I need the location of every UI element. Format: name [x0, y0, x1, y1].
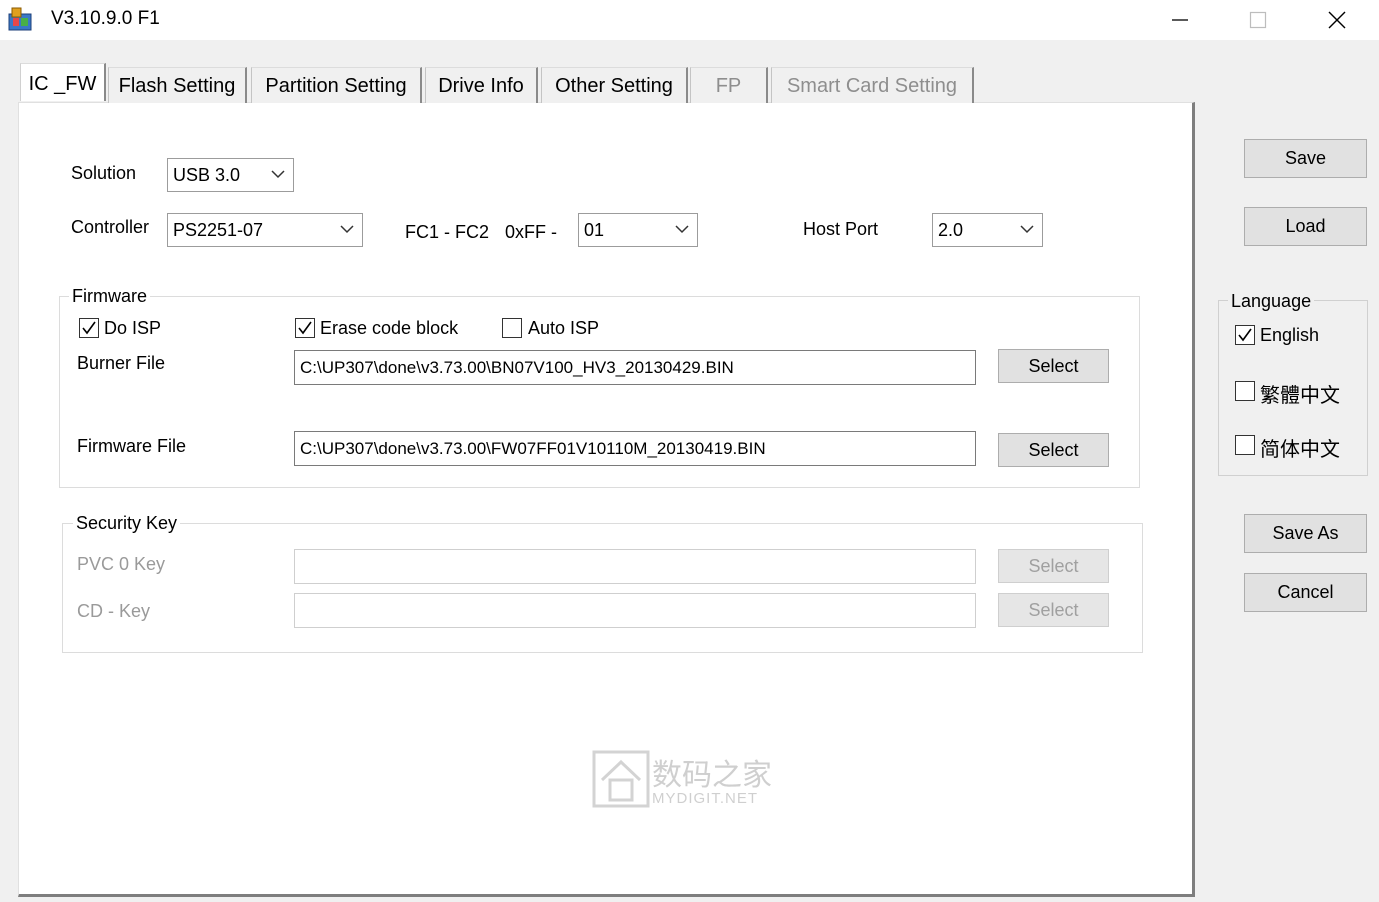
minimize-button[interactable] — [1144, 0, 1216, 40]
burner-file-label: Burner File — [77, 353, 166, 373]
checkmark-icon — [1238, 328, 1252, 342]
language-english-checkbox[interactable] — [1235, 325, 1255, 345]
tab-fp[interactable]: FP — [690, 67, 768, 103]
fc-label: FC1 - FC2 — [405, 222, 490, 242]
maximize-button[interactable] — [1222, 0, 1294, 40]
pvc-key-input[interactable] — [294, 549, 976, 584]
burner-select-button[interactable]: Select — [998, 349, 1109, 383]
close-button[interactable] — [1301, 0, 1373, 40]
chevron-down-icon — [271, 170, 285, 179]
checkmark-icon — [298, 321, 312, 335]
watermark-cn: 数码之家 — [652, 758, 772, 793]
controller-dropdown[interactable]: PS2251-07 — [167, 213, 363, 247]
security-key-group-title: Security Key — [73, 513, 181, 534]
checkmark-icon — [82, 321, 96, 335]
tab-other-setting[interactable]: Other Setting — [541, 67, 688, 103]
save-button[interactable]: Save — [1244, 139, 1367, 178]
close-icon — [1328, 11, 1346, 29]
language-traditional-chinese-label: 繁體中文 — [1260, 383, 1340, 407]
watermark-en: MYDIGIT.NET — [652, 790, 759, 807]
fc-value: 01 — [584, 220, 605, 240]
auto-isp-checkbox[interactable] — [502, 318, 522, 338]
chevron-down-icon — [1020, 225, 1034, 234]
watermark-logo: 数码之家 MYDIGIT.NET — [592, 750, 792, 810]
tab-drive-info[interactable]: Drive Info — [425, 67, 538, 103]
chevron-down-icon — [675, 225, 689, 234]
solution-dropdown[interactable]: USB 3.0 — [167, 158, 294, 192]
tab-flash-setting[interactable]: Flash Setting — [108, 67, 247, 103]
title-bar: V3.10.9.0 F1 — [0, 0, 1379, 40]
firmware-file-input[interactable]: C:\UP307\done\v3.73.00\FW07FF01V10110M_2… — [294, 431, 976, 466]
burner-file-input[interactable]: C:\UP307\done\v3.73.00\BN07V100_HV3_2013… — [294, 350, 976, 385]
security-key-group — [62, 523, 1143, 653]
language-simplified-chinese-label: 简体中文 — [1260, 437, 1340, 461]
maximize-icon — [1249, 11, 1267, 29]
host-port-dropdown[interactable]: 2.0 — [932, 213, 1043, 247]
load-button[interactable]: Load — [1244, 207, 1367, 246]
fc-dropdown[interactable]: 01 — [578, 213, 698, 247]
firmware-group-title: Firmware — [69, 286, 150, 307]
chevron-down-icon — [340, 225, 354, 234]
window-title: V3.10.9.0 F1 — [51, 8, 160, 29]
host-port-value: 2.0 — [938, 220, 964, 240]
language-english-label: English — [1260, 325, 1320, 345]
cd-key-select-button[interactable]: Select — [998, 593, 1109, 627]
tab-partition-setting[interactable]: Partition Setting — [251, 67, 422, 103]
host-port-label: Host Port — [803, 219, 879, 239]
firmware-file-label: Firmware File — [77, 436, 187, 456]
app-icon — [7, 6, 33, 32]
cd-key-label: CD - Key — [77, 601, 151, 621]
controller-label: Controller — [71, 217, 150, 237]
language-traditional-chinese-checkbox[interactable] — [1235, 381, 1255, 401]
minimize-icon — [1172, 19, 1188, 21]
fc-prefix-label: 0xFF - — [505, 222, 557, 242]
tab-ic-fw[interactable]: IC _FW — [20, 63, 106, 101]
pvc-key-select-button[interactable]: Select — [998, 549, 1109, 583]
do-isp-checkbox[interactable] — [79, 318, 99, 338]
language-group-title: Language — [1228, 291, 1315, 312]
solution-label: Solution — [71, 163, 137, 183]
save-as-button[interactable]: Save As — [1244, 514, 1367, 553]
auto-isp-label: Auto ISP — [528, 318, 600, 338]
controller-value: PS2251-07 — [173, 220, 264, 240]
language-simplified-chinese-checkbox[interactable] — [1235, 435, 1255, 455]
tab-smart-card-setting[interactable]: Smart Card Setting — [771, 67, 974, 103]
solution-value: USB 3.0 — [173, 165, 241, 185]
firmware-select-button[interactable]: Select — [998, 433, 1109, 467]
erase-code-block-checkbox[interactable] — [295, 318, 315, 338]
do-isp-label: Do ISP — [104, 318, 162, 338]
cancel-button[interactable]: Cancel — [1244, 573, 1367, 612]
pvc-key-label: PVC 0 Key — [77, 554, 166, 574]
erase-code-block-label: Erase code block — [320, 318, 459, 338]
cd-key-input[interactable] — [294, 593, 976, 628]
